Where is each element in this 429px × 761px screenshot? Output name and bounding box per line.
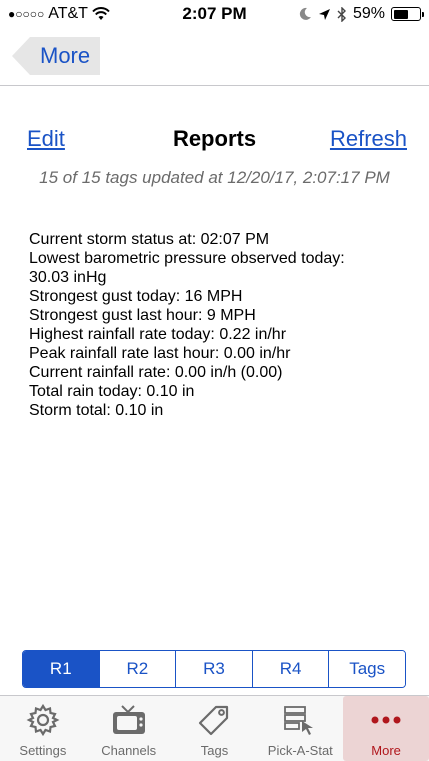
segment-r2[interactable]: R2 [99,651,177,687]
tab-label-tags: Tags [200,743,229,758]
lowest-pressure-value: 30.03 inHg [29,269,107,286]
tab-bar: Settings Channels Tags Pick-A-Stat More [0,695,429,761]
navigation-bar: More [0,28,429,86]
tab-pick-a-stat[interactable]: Pick-A-Stat [257,696,343,761]
moon-icon [299,7,311,20]
tab-label-pick-a-stat: Pick-A-Stat [267,743,333,758]
segment-r1[interactable]: R1 [23,651,100,687]
tv-icon [112,705,145,734]
gust-today-line: Strongest gust today: 16 MPH [29,288,243,305]
battery-fill [393,9,409,19]
back-button[interactable]: More [12,37,101,75]
storm-status-line: Current storm status at: 02:07 PM [29,231,270,248]
gust-hour-line: Strongest gust last hour: 9 MPH [29,307,256,324]
tab-label-settings: Settings [19,743,67,758]
gear-icon [26,703,60,737]
tab-tags[interactable]: Tags [172,696,258,761]
report-segmented-control: R1 R2 R3 R4 Tags [22,650,406,688]
battery-icon [391,7,424,21]
segment-r3[interactable]: R3 [176,651,253,687]
bluetooth-icon [337,6,346,22]
status-bar: ●○○○○ AT&T 2:07 PM 59% [0,0,429,28]
tag-icon [199,705,229,736]
storm-report: Current storm status at: 02:07 PM Lowest… [29,230,409,420]
rain-rate-current-line: Current rainfall rate: 0.00 in/h (0.00) [29,364,283,381]
tab-label-channels: Channels [101,743,157,758]
tab-channels[interactable]: Channels [86,696,172,761]
rain-total-today-line: Total rain today: 0.10 in [29,383,195,400]
segment-r4[interactable]: R4 [252,651,330,687]
update-status-text: 15 of 15 tags updated at 12/20/17, 2:07:… [39,168,390,187]
segment-tags[interactable]: Tags [329,651,405,687]
stat-icon [284,706,314,735]
battery-percent: 59% [352,5,385,22]
rain-rate-today-line: Highest rainfall rate today: 0.22 in/hr [29,326,287,343]
more-icon [371,716,401,724]
lowest-pressure-label: Lowest barometric pressure observed toda… [29,250,345,267]
tab-label-more: More [371,743,401,758]
reports-header: Edit Reports Refresh [0,120,429,160]
tab-settings[interactable]: Settings [0,696,86,761]
storm-total-line: Storm total: 0.10 in [29,402,164,419]
location-arrow-icon [318,8,330,20]
status-right: 59% [298,5,424,23]
rain-rate-hour-line: Peak rainfall rate last hour: 0.00 in/hr [29,345,291,362]
refresh-link[interactable]: Refresh [330,126,407,152]
tab-more[interactable]: More [343,696,429,761]
